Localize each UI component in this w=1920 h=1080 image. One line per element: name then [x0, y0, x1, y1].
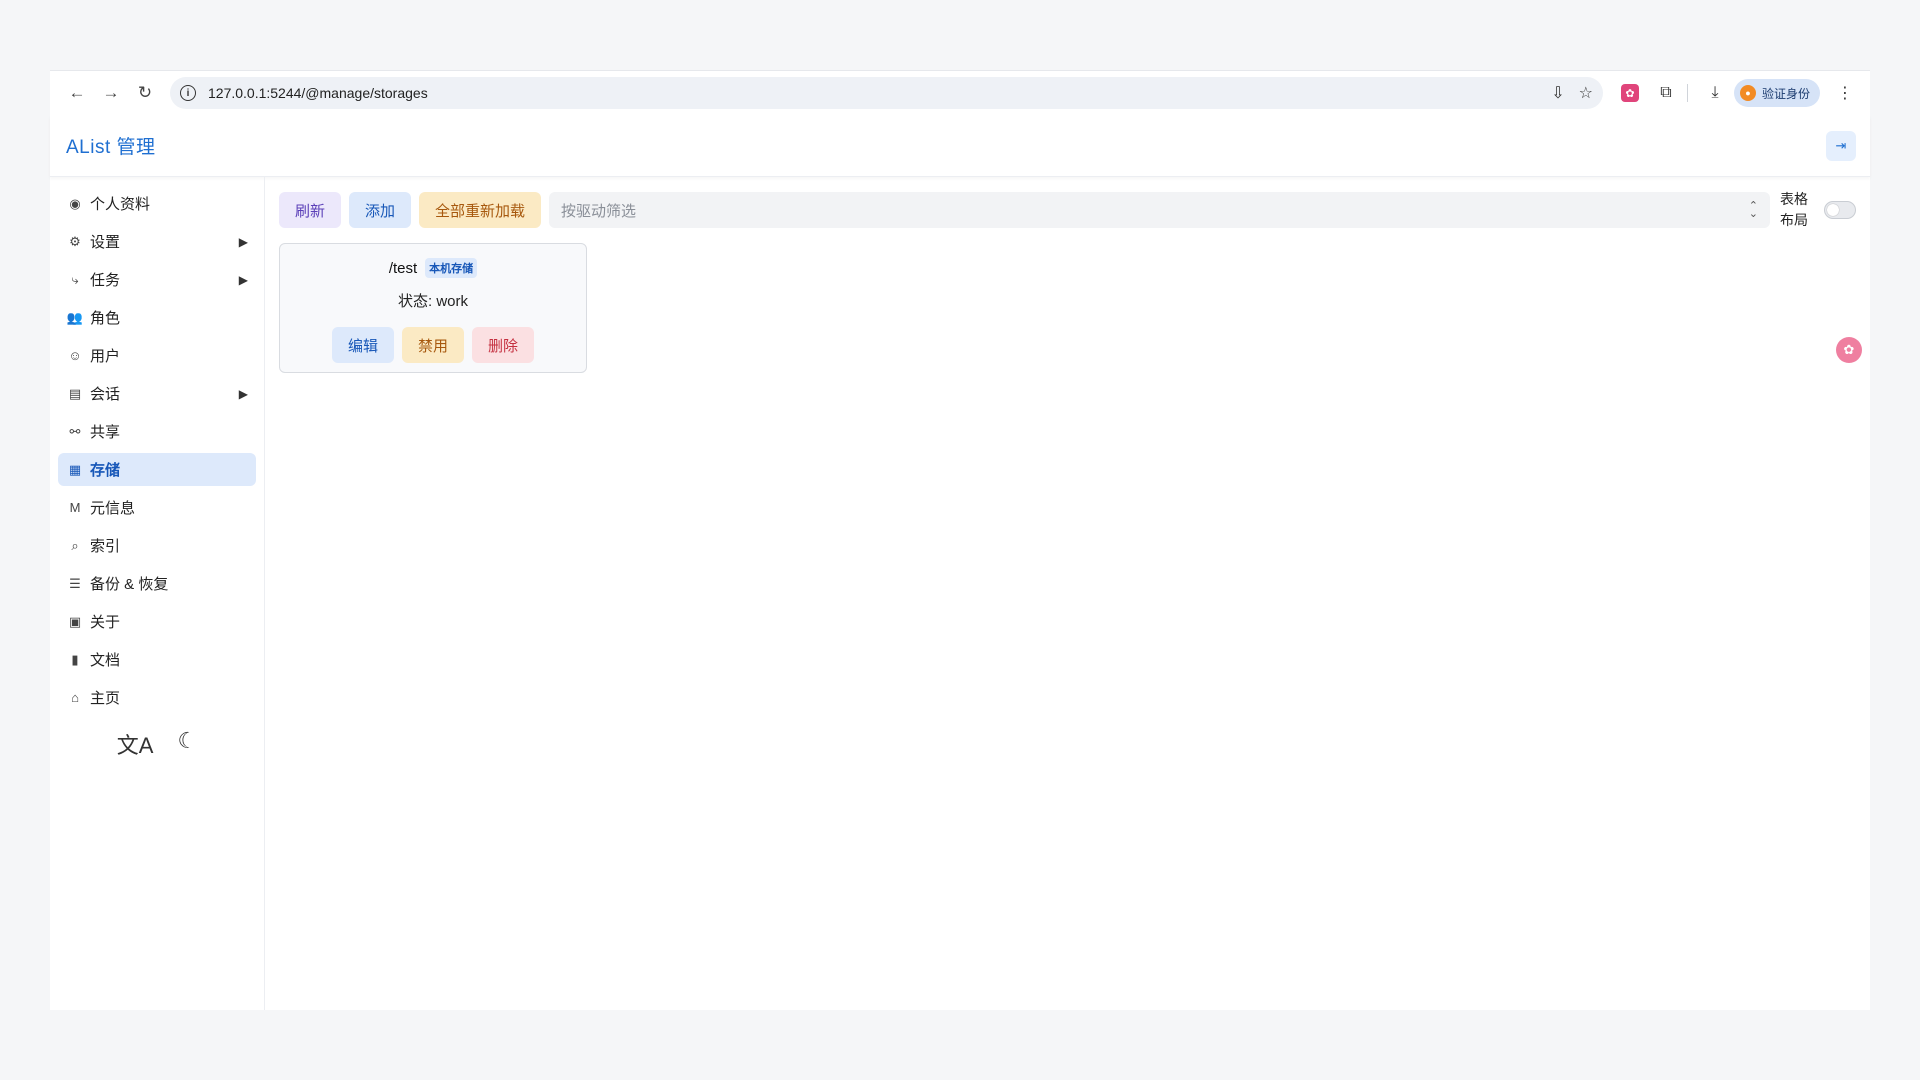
- address-bar[interactable]: i 127.0.0.1:5244/@manage/storages ⇩ ☆: [170, 77, 1603, 109]
- extension-icon[interactable]: ✿: [1620, 84, 1639, 102]
- sidebar-item[interactable]: 👥 角色: [58, 301, 256, 334]
- forward-icon[interactable]: →: [96, 78, 126, 108]
- refresh-button[interactable]: 刷新: [279, 192, 342, 228]
- link-icon: ⚯: [69, 423, 81, 439]
- sidebar-item-label: 关于: [90, 614, 121, 631]
- expand-arrow-icon[interactable]: ▶: [239, 235, 248, 249]
- meta-icon: M: [69, 500, 81, 515]
- site-info-icon[interactable]: i: [180, 85, 196, 101]
- sidebar-item-label: 任务: [90, 272, 121, 289]
- sidebar-item-label: 共享: [90, 424, 121, 441]
- sidebar-item-label: 主页: [90, 690, 121, 707]
- sidebar-item[interactable]: ▤ 会话 ▶: [58, 377, 256, 410]
- about-icon: ▣: [68, 613, 82, 629]
- logout-icon[interactable]: ⇥: [1826, 130, 1856, 161]
- driver-filter-select[interactable]: 按驱动筛选 ⌃ ⌄: [549, 192, 1770, 228]
- sidebar-item[interactable]: ⚯ 共享: [58, 415, 256, 448]
- extensions-puzzle-icon[interactable]: ⧉: [1653, 80, 1679, 106]
- storage-card-list: /test 本机存储 状态: work 编辑 禁用 删除: [279, 243, 1856, 373]
- main-content: 刷新 添加 全部重新加载 按驱动筛选 ⌃ ⌄ 表格 布局 /test 本机存储 状…: [265, 177, 1870, 1010]
- flow-icon: ⤷: [71, 271, 79, 287]
- sidebar-item-label: 元信息: [90, 500, 136, 517]
- sidebar-item-label: 文档: [90, 652, 121, 669]
- sidebar-footer: 文A ☾: [58, 728, 256, 760]
- sidebar-item-label: 设置: [90, 234, 121, 251]
- storage-mount-path: /test: [388, 259, 418, 277]
- url-text[interactable]: 127.0.0.1:5244/@manage/storages: [208, 85, 1551, 101]
- sidebar-item[interactable]: ⌂ 主页: [58, 681, 256, 714]
- storage-status: 状态: work: [397, 293, 468, 310]
- dark-mode-moon-icon[interactable]: ☾: [177, 728, 197, 760]
- sidebar-item[interactable]: ◉ 个人资料: [58, 187, 256, 220]
- profile-icon: ◉: [69, 195, 81, 211]
- install-app-icon[interactable]: ⇩: [1551, 83, 1564, 103]
- role-icon: 👥: [66, 309, 84, 325]
- search-icon: ⌕: [71, 537, 79, 553]
- message-icon: ▤: [68, 385, 82, 401]
- sidebar-item-label: 用户: [90, 348, 121, 365]
- delete-button[interactable]: 删除: [472, 327, 535, 363]
- table-layout-toggle[interactable]: [1824, 201, 1856, 219]
- back-icon[interactable]: ←: [62, 78, 92, 108]
- app-title[interactable]: AList 管理: [66, 132, 156, 159]
- table-layout-label-line1: 表格: [1780, 191, 1808, 207]
- reload-all-button[interactable]: 全部重新加载: [419, 192, 542, 228]
- profile-label: 验证身份: [1761, 86, 1810, 101]
- home-icon: ⌂: [71, 690, 79, 705]
- sidebar-item[interactable]: M 元信息: [58, 491, 256, 524]
- sidebar-item-label: 索引: [90, 538, 121, 555]
- bookmark-star-icon[interactable]: ☆: [1579, 83, 1593, 103]
- sidebar-item[interactable]: ▣ 关于: [58, 605, 256, 638]
- profile-avatar-icon: ●: [1739, 85, 1756, 101]
- storage-toolbar: 刷新 添加 全部重新加载 按驱动筛选 ⌃ ⌄ 表格 布局: [279, 191, 1856, 229]
- storage-card: /test 本机存储 状态: work 编辑 禁用 删除: [279, 243, 587, 373]
- reload-icon[interactable]: ↻: [130, 78, 160, 108]
- table-layout-label: 表格 布局: [1780, 189, 1816, 231]
- select-arrows-icon: ⌃ ⌄: [1748, 200, 1758, 220]
- storage-driver-badge: 本机存储: [425, 258, 478, 278]
- edit-button[interactable]: 编辑: [331, 327, 394, 363]
- browser-menu-icon[interactable]: ⋮: [1832, 80, 1858, 106]
- sidebar-item-label: 存储: [90, 462, 121, 479]
- sidebar-item[interactable]: ▦ 存储: [58, 453, 256, 486]
- profile-button[interactable]: ● 验证身份: [1733, 79, 1820, 107]
- browser-toolbar: ← → ↻ i 127.0.0.1:5244/@manage/storages …: [50, 71, 1870, 115]
- sidebar-item-label: 个人资料: [90, 196, 151, 213]
- expand-arrow-icon[interactable]: ▶: [239, 273, 248, 287]
- sidebar-item[interactable]: ☺ 用户: [58, 339, 256, 372]
- disable-button[interactable]: 禁用: [401, 327, 464, 363]
- storage-title-row: /test 本机存储: [388, 258, 478, 278]
- book-icon: ▮: [71, 651, 79, 667]
- sidebar-item[interactable]: ⌕ 索引: [58, 529, 256, 562]
- language-icon[interactable]: 文A: [117, 728, 154, 760]
- table-layout-label-line2: 布局: [1780, 212, 1808, 228]
- gear-icon: ⚙: [69, 233, 81, 249]
- expand-arrow-icon[interactable]: ▶: [239, 387, 248, 401]
- sidebar: ◉ 个人资料 ⚙ 设置 ▶ ⤷ 任务 ▶ 👥 角色 ☺ 用户 ▤ 会话 ▶ ⚯ 共享 ▦ 存储 M 元信息 ⌕ 索引 ☰ 备份 …: [50, 177, 265, 1010]
- storage-icon: ▦: [68, 461, 82, 477]
- add-button[interactable]: 添加: [349, 192, 412, 228]
- driver-filter-placeholder: 按驱动筛选: [561, 202, 637, 220]
- sidebar-menu: ◉ 个人资料 ⚙ 设置 ▶ ⤷ 任务 ▶ 👥 角色 ☺ 用户 ▤ 会话 ▶ ⚯ 共享 ▦ 存储 M 元信息 ⌕ 索引 ☰ 备份 …: [58, 187, 256, 714]
- app-header: AList 管理 ⇥: [50, 115, 1870, 177]
- storage-actions: 编辑 禁用 删除: [331, 327, 535, 363]
- toolbar-divider: [1686, 84, 1688, 102]
- sidebar-item[interactable]: ▮ 文档: [58, 643, 256, 676]
- sidebar-item-label: 角色: [90, 310, 121, 327]
- sidebar-item[interactable]: ⚙ 设置 ▶: [58, 225, 256, 258]
- user-circle-icon: ☺: [68, 348, 82, 363]
- sidebar-item-label: 会话: [90, 386, 121, 403]
- browser-window: ← → ↻ i 127.0.0.1:5244/@manage/storages …: [50, 70, 1870, 1010]
- sidebar-item[interactable]: ☰ 备份 & 恢复: [58, 567, 256, 600]
- sidebar-item[interactable]: ⤷ 任务 ▶: [58, 263, 256, 296]
- sidebar-item-label: 备份 & 恢复: [90, 576, 169, 593]
- database-icon: ☰: [69, 575, 81, 591]
- translate-extension-icon[interactable]: ✿: [1836, 337, 1862, 363]
- download-icon[interactable]: ⤓: [1702, 80, 1728, 106]
